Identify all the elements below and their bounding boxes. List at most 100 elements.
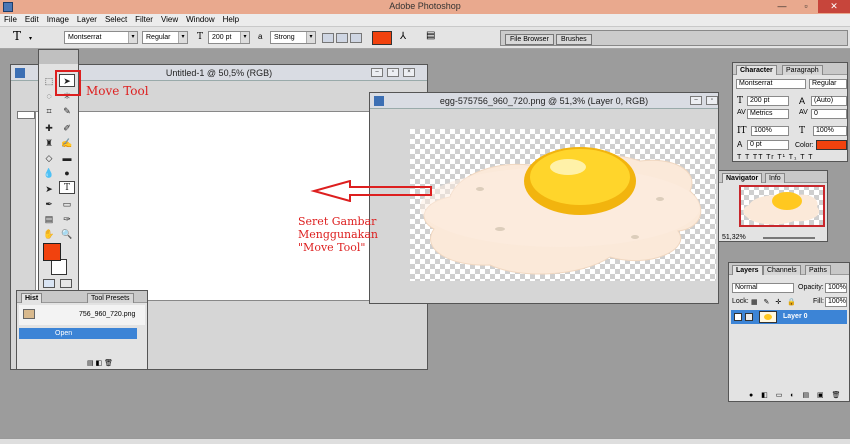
brushes-tab[interactable]: Brushes bbox=[556, 34, 592, 45]
text-tool-preset-icon[interactable]: T bbox=[13, 29, 21, 43]
doc1-maximize-button[interactable]: ▫ bbox=[387, 68, 399, 77]
pen-tool[interactable]: ✒ bbox=[41, 198, 57, 211]
layers-tab[interactable]: Layers bbox=[732, 265, 763, 275]
menu-layer[interactable]: Layer bbox=[73, 14, 101, 24]
history-snapshot[interactable]: 756_960_720.png bbox=[19, 305, 145, 325]
menu-image[interactable]: Image bbox=[43, 14, 73, 24]
standard-mode-button[interactable] bbox=[43, 279, 55, 288]
clone-stamp-tool[interactable]: ♜ bbox=[41, 137, 57, 150]
opacity-field[interactable]: 100% bbox=[825, 283, 847, 293]
char-leading-field[interactable]: (Auto) bbox=[811, 96, 847, 106]
type-style-buttons[interactable]: T T TT Tr T¹ T₁ T T bbox=[737, 154, 813, 161]
font-size-icon: T bbox=[737, 96, 744, 106]
tool-presets-tab[interactable]: Tool Presets bbox=[87, 293, 134, 303]
shape-tool[interactable]: ▭ bbox=[59, 198, 75, 211]
align-center-button[interactable] bbox=[336, 33, 348, 43]
history-brush-tool[interactable]: ✍ bbox=[59, 137, 75, 150]
quick-mask-button[interactable] bbox=[60, 279, 72, 288]
menu-view[interactable]: View bbox=[157, 14, 182, 24]
doc2-maximize-button[interactable]: ▫ bbox=[706, 96, 718, 105]
chevron-down-icon: ▾ bbox=[128, 32, 137, 43]
eye-icon[interactable] bbox=[734, 313, 742, 321]
navigator-zoom-slider[interactable] bbox=[763, 237, 815, 239]
background-color-swatch[interactable] bbox=[51, 259, 67, 275]
char-vscale-field[interactable]: 100% bbox=[751, 126, 789, 136]
menu-file[interactable]: File bbox=[0, 14, 21, 24]
char-kerning-field[interactable]: Metrics bbox=[747, 109, 789, 119]
minimize-button[interactable]: — bbox=[770, 0, 794, 13]
dodge-tool[interactable]: ● bbox=[59, 167, 75, 180]
close-button[interactable]: ✕ bbox=[818, 0, 850, 13]
history-tab[interactable]: Hist bbox=[21, 293, 43, 303]
doc2-titlebar[interactable]: egg-575756_960_720.png @ 51,3% (Layer 0,… bbox=[370, 93, 718, 109]
menu-select[interactable]: Select bbox=[101, 14, 131, 24]
snapshot-thumbnail bbox=[23, 309, 35, 319]
brush-link-icon[interactable] bbox=[745, 313, 753, 321]
path-selection-tool[interactable]: ➤ bbox=[41, 183, 57, 196]
font-style-select[interactable]: Regular ▾ bbox=[142, 31, 188, 44]
blend-mode-select[interactable]: Normal bbox=[732, 283, 794, 293]
history-state-open[interactable]: Open bbox=[19, 328, 137, 339]
crop-tool[interactable]: ⌗ bbox=[41, 105, 57, 118]
foreground-color-swatch[interactable] bbox=[43, 243, 61, 261]
character-tab[interactable]: Character bbox=[736, 65, 777, 75]
char-font-family-select[interactable]: Montserrat bbox=[736, 79, 806, 89]
doc1-minimize-button[interactable]: – bbox=[371, 68, 383, 77]
font-family-select[interactable]: Montserrat ▾ bbox=[64, 31, 138, 44]
navigator-view-box[interactable] bbox=[739, 185, 825, 227]
zoom-tool[interactable]: 🔍 bbox=[59, 228, 75, 241]
healing-brush-tool[interactable]: ✚ bbox=[41, 122, 57, 135]
character-panel: Character Paragraph Montserrat Regular T… bbox=[732, 62, 848, 162]
gradient-tool[interactable]: ▬ bbox=[59, 152, 75, 165]
doc1-close-button[interactable]: × bbox=[403, 68, 415, 77]
palettes-toggle-icon[interactable]: ▤ bbox=[426, 30, 435, 41]
align-left-button[interactable] bbox=[322, 33, 334, 43]
char-tracking-field[interactable]: 0 bbox=[811, 109, 847, 119]
brush-tool[interactable]: ✐ bbox=[59, 122, 75, 135]
doc2-canvas[interactable] bbox=[410, 129, 716, 281]
fill-field[interactable]: 100% bbox=[825, 297, 847, 307]
align-right-button[interactable] bbox=[350, 33, 362, 43]
file-browser-tab[interactable]: File Browser bbox=[505, 34, 554, 45]
slice-tool[interactable]: ✎ bbox=[59, 105, 75, 118]
menu-help[interactable]: Help bbox=[219, 14, 243, 24]
preset-dropdown-icon[interactable]: ▾ bbox=[29, 35, 32, 42]
hand-tool[interactable]: ✋ bbox=[41, 228, 57, 241]
char-hscale-field[interactable]: 100% bbox=[813, 126, 847, 136]
blur-tool[interactable]: 💧 bbox=[41, 167, 57, 180]
char-font-style-select[interactable]: Regular bbox=[809, 79, 847, 89]
navigator-zoom-value[interactable]: 51,32% bbox=[722, 234, 746, 241]
history-footer-icons[interactable]: ▤ ◧ 🗑 bbox=[87, 359, 113, 367]
baseline-shift-icon: A bbox=[737, 140, 743, 149]
char-baseline-field[interactable]: 0 pt bbox=[747, 140, 789, 150]
navigator-tab[interactable]: Navigator bbox=[722, 173, 763, 183]
type-tool[interactable]: T bbox=[59, 181, 75, 194]
paragraph-tab[interactable]: Paragraph bbox=[782, 65, 823, 75]
menu-window[interactable]: Window bbox=[182, 14, 218, 24]
vertical-scale-icon: IT bbox=[737, 126, 747, 136]
lock-icons[interactable]: ▦ ✎ ✛ 🔒 bbox=[751, 298, 798, 306]
info-tab[interactable]: Info bbox=[765, 173, 785, 183]
notes-tool[interactable]: ▤ bbox=[41, 213, 57, 226]
doc1-canvas[interactable] bbox=[35, 111, 377, 301]
paths-tab[interactable]: Paths bbox=[805, 265, 831, 275]
char-color-swatch[interactable] bbox=[816, 140, 847, 150]
antialias-select[interactable]: Strong ▾ bbox=[270, 31, 316, 44]
warp-text-icon[interactable]: ⅄ bbox=[400, 31, 406, 42]
layers-footer-icons[interactable]: ● ◧ ▭ ◐ ▤ ▣ 🗑 bbox=[749, 391, 843, 399]
char-size-field[interactable]: 200 pt bbox=[747, 96, 789, 106]
text-color-swatch[interactable] bbox=[372, 31, 392, 45]
layer-row[interactable]: Layer 0 bbox=[731, 310, 847, 324]
channels-tab[interactable]: Channels bbox=[763, 265, 801, 275]
toolbox-header[interactable] bbox=[39, 50, 78, 64]
maximize-button[interactable]: ▫ bbox=[794, 0, 818, 13]
eyedropper-tool[interactable]: ✑ bbox=[59, 213, 75, 226]
eraser-tool[interactable]: ◇ bbox=[41, 152, 57, 165]
horizontal-scale-icon: T bbox=[799, 126, 806, 136]
doc2-minimize-button[interactable]: – bbox=[690, 96, 702, 105]
menu-edit[interactable]: Edit bbox=[21, 14, 43, 24]
menu-filter[interactable]: Filter bbox=[131, 14, 157, 24]
drag-arrow bbox=[310, 180, 432, 202]
font-size-select[interactable]: 200 pt ▾ bbox=[208, 31, 250, 44]
navigator-preview[interactable] bbox=[739, 185, 825, 227]
